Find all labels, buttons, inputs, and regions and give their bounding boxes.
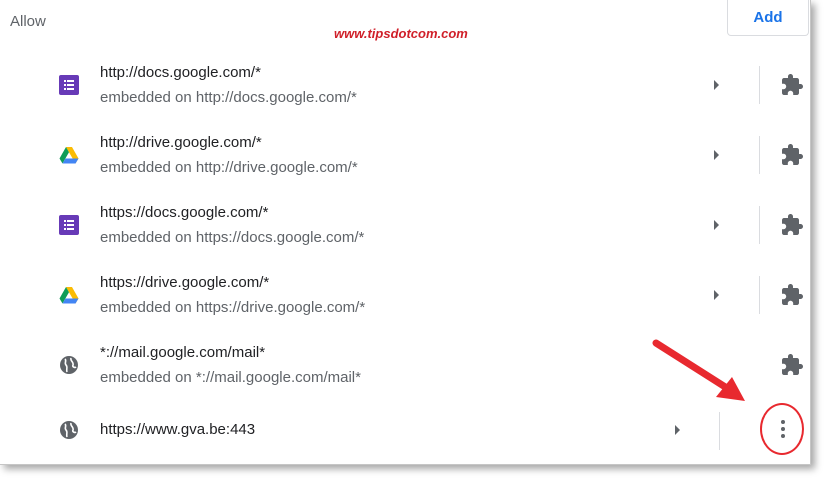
list-item[interactable]: https://drive.google.com/* embedded on h… — [0, 260, 811, 330]
google-drive-icon — [59, 147, 79, 164]
list-item[interactable]: http://docs.google.com/* embedded on htt… — [0, 50, 811, 120]
divider — [759, 66, 760, 104]
extension-puzzle-icon — [782, 354, 803, 375]
arrow-right-icon[interactable] — [714, 80, 719, 90]
divider — [759, 276, 760, 314]
site-pattern: http://docs.google.com/* — [100, 64, 261, 81]
embedded-pattern: embedded on http://drive.google.com/* — [100, 159, 358, 176]
extension-puzzle-icon — [782, 144, 803, 165]
site-pattern: https://docs.google.com/* — [100, 204, 269, 221]
embedded-pattern: embedded on https://drive.google.com/* — [100, 299, 366, 316]
add-button[interactable]: Add — [727, 0, 809, 36]
divider — [759, 206, 760, 244]
arrow-right-icon[interactable] — [714, 290, 719, 300]
watermark: www.tipsdotcom.com — [334, 26, 468, 41]
extension-puzzle-icon — [782, 284, 803, 305]
arrow-right-icon[interactable] — [714, 220, 719, 230]
site-pattern: *://mail.google.com/mail* — [100, 344, 266, 361]
arrow-right-icon[interactable] — [714, 150, 719, 160]
list-item[interactable]: http://drive.google.com/* embedded on ht… — [0, 120, 811, 190]
arrow-right-icon[interactable] — [675, 425, 680, 435]
google-docs-icon — [59, 75, 79, 95]
embedded-pattern: embedded on https://docs.google.com/* — [100, 229, 365, 246]
divider — [759, 136, 760, 174]
google-drive-icon — [59, 287, 79, 304]
globe-icon — [60, 356, 78, 374]
divider — [719, 412, 720, 450]
embedded-pattern: embedded on *://mail.google.com/mail* — [100, 369, 361, 386]
site-pattern: https://drive.google.com/* — [100, 274, 270, 291]
site-pattern: http://drive.google.com/* — [100, 134, 262, 151]
annotation-circle — [760, 403, 804, 455]
embedded-pattern: embedded on http://docs.google.com/* — [100, 89, 357, 106]
site-pattern: https://www.gva.be:443 — [100, 421, 256, 438]
extension-puzzle-icon — [782, 74, 803, 95]
globe-icon — [60, 421, 78, 439]
section-title: Allow — [10, 13, 46, 30]
list-item[interactable]: https://docs.google.com/* embedded on ht… — [0, 190, 811, 260]
google-docs-icon — [59, 215, 79, 235]
annotation-arrow-icon — [652, 339, 745, 401]
extension-puzzle-icon — [782, 214, 803, 235]
